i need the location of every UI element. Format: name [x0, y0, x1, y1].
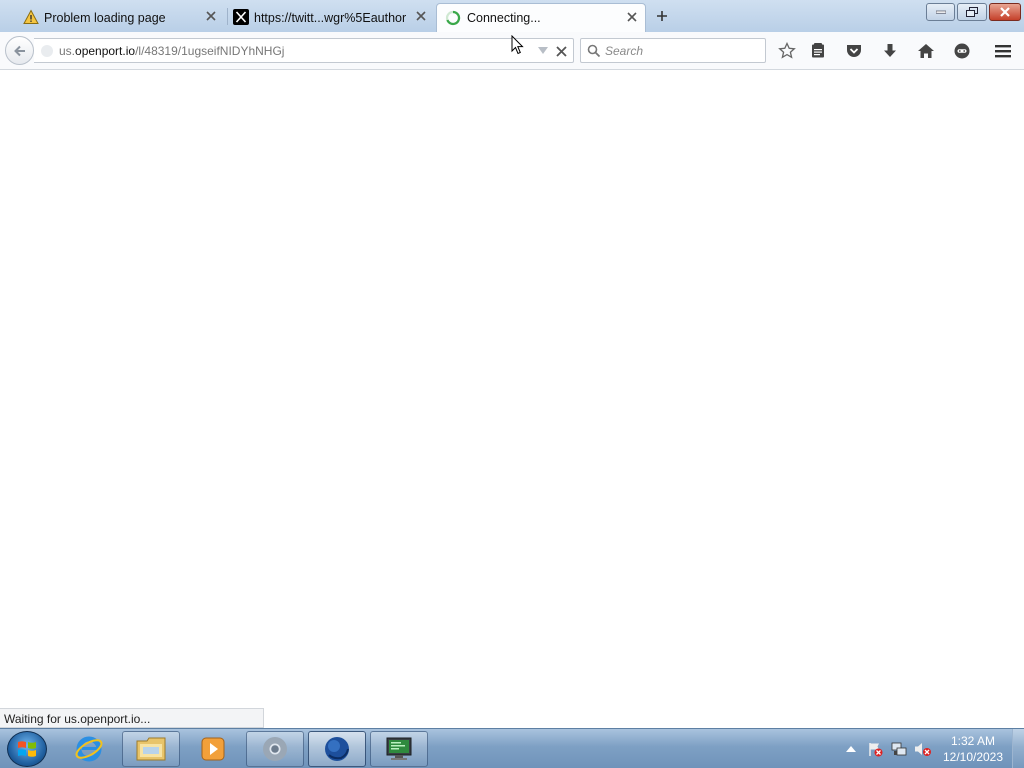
- clock-date: 12/10/2023: [942, 750, 1004, 764]
- url-prefix: us.: [59, 44, 76, 58]
- action-center-flag-icon[interactable]: [866, 741, 884, 757]
- download-icon[interactable]: [880, 41, 900, 61]
- x-logo-icon: [233, 9, 249, 25]
- taskbar-chrome-button[interactable]: [246, 731, 304, 767]
- home-icon[interactable]: [916, 41, 936, 61]
- taskbar-ie-button[interactable]: [60, 731, 118, 767]
- close-window-button[interactable]: [989, 3, 1021, 21]
- close-icon[interactable]: [414, 9, 428, 23]
- media-player-icon: [201, 737, 225, 761]
- loading-spinner-icon: [445, 10, 461, 26]
- tab-title: Connecting...: [467, 11, 541, 25]
- folder-icon: [136, 737, 166, 761]
- clock-time: 1:32 AM: [950, 734, 996, 748]
- tab-twitter[interactable]: https://twitt...wgr%5Eauthor: [230, 3, 434, 32]
- pocket-icon[interactable]: [844, 41, 864, 61]
- monitor-icon: [386, 737, 412, 760]
- windows-logo-icon: [18, 741, 36, 757]
- taskbar-explorer-button[interactable]: [122, 731, 180, 767]
- chrome-icon: [263, 737, 287, 761]
- close-icon[interactable]: [625, 10, 639, 24]
- menu-icon[interactable]: [993, 41, 1013, 61]
- tab-title: https://twitt...wgr%5Eauthor: [254, 10, 407, 25]
- page-content[interactable]: [0, 71, 1024, 728]
- url-path: /l/48319/1ugseifNIDYhNHGj: [135, 44, 285, 58]
- taskbar-terminal-button[interactable]: [370, 731, 428, 767]
- tab-strip: Problem loading page https://twitt...wgr…: [0, 0, 1024, 32]
- tab-separator: [227, 8, 228, 25]
- url-text[interactable]: us.openport.io/l/48319/1ugseifNIDYhNHGj: [59, 44, 284, 58]
- bookmark-star-icon[interactable]: [777, 41, 797, 61]
- minimize-button[interactable]: [926, 3, 955, 21]
- site-identity-icon[interactable]: [41, 45, 53, 57]
- mouse-cursor-icon: [511, 35, 524, 55]
- url-host: openport.io: [75, 44, 136, 58]
- warning-icon: [23, 9, 39, 25]
- taskbar-firefox-button[interactable]: [308, 731, 366, 767]
- back-button[interactable]: [5, 36, 34, 65]
- volume-muted-icon[interactable]: [914, 741, 932, 757]
- status-bar: Waiting for us.openport.io...: [0, 708, 264, 728]
- show-hidden-icons-button[interactable]: [845, 743, 857, 753]
- chevron-down-icon[interactable]: [537, 46, 549, 56]
- search-input[interactable]: [605, 43, 755, 59]
- ie-icon: [75, 736, 103, 762]
- new-tab-button[interactable]: [652, 7, 672, 25]
- restore-button[interactable]: [957, 3, 987, 21]
- tab-connecting[interactable]: Connecting...: [436, 3, 646, 32]
- taskbar-media-button[interactable]: [184, 731, 242, 767]
- url-bar[interactable]: us.openport.io/l/48319/1ugseifNIDYhNHGj: [34, 38, 574, 63]
- chat-icon[interactable]: [952, 41, 972, 61]
- system-clock[interactable]: 1:32 AM 12/10/2023: [940, 733, 1006, 765]
- network-icon[interactable]: [890, 741, 908, 757]
- tab-problem-loading[interactable]: Problem loading page: [20, 3, 224, 32]
- show-desktop-button[interactable]: [1012, 729, 1024, 768]
- firefox-icon: [325, 737, 349, 761]
- close-icon[interactable]: [204, 9, 218, 23]
- start-button[interactable]: [7, 731, 47, 767]
- search-icon: [587, 44, 601, 58]
- taskbar: 1:32 AM 12/10/2023: [0, 728, 1024, 768]
- search-bar[interactable]: [580, 38, 766, 63]
- tab-title: Problem loading page: [44, 10, 166, 25]
- stop-loading-icon[interactable]: [554, 44, 568, 58]
- reading-list-icon[interactable]: [808, 41, 828, 61]
